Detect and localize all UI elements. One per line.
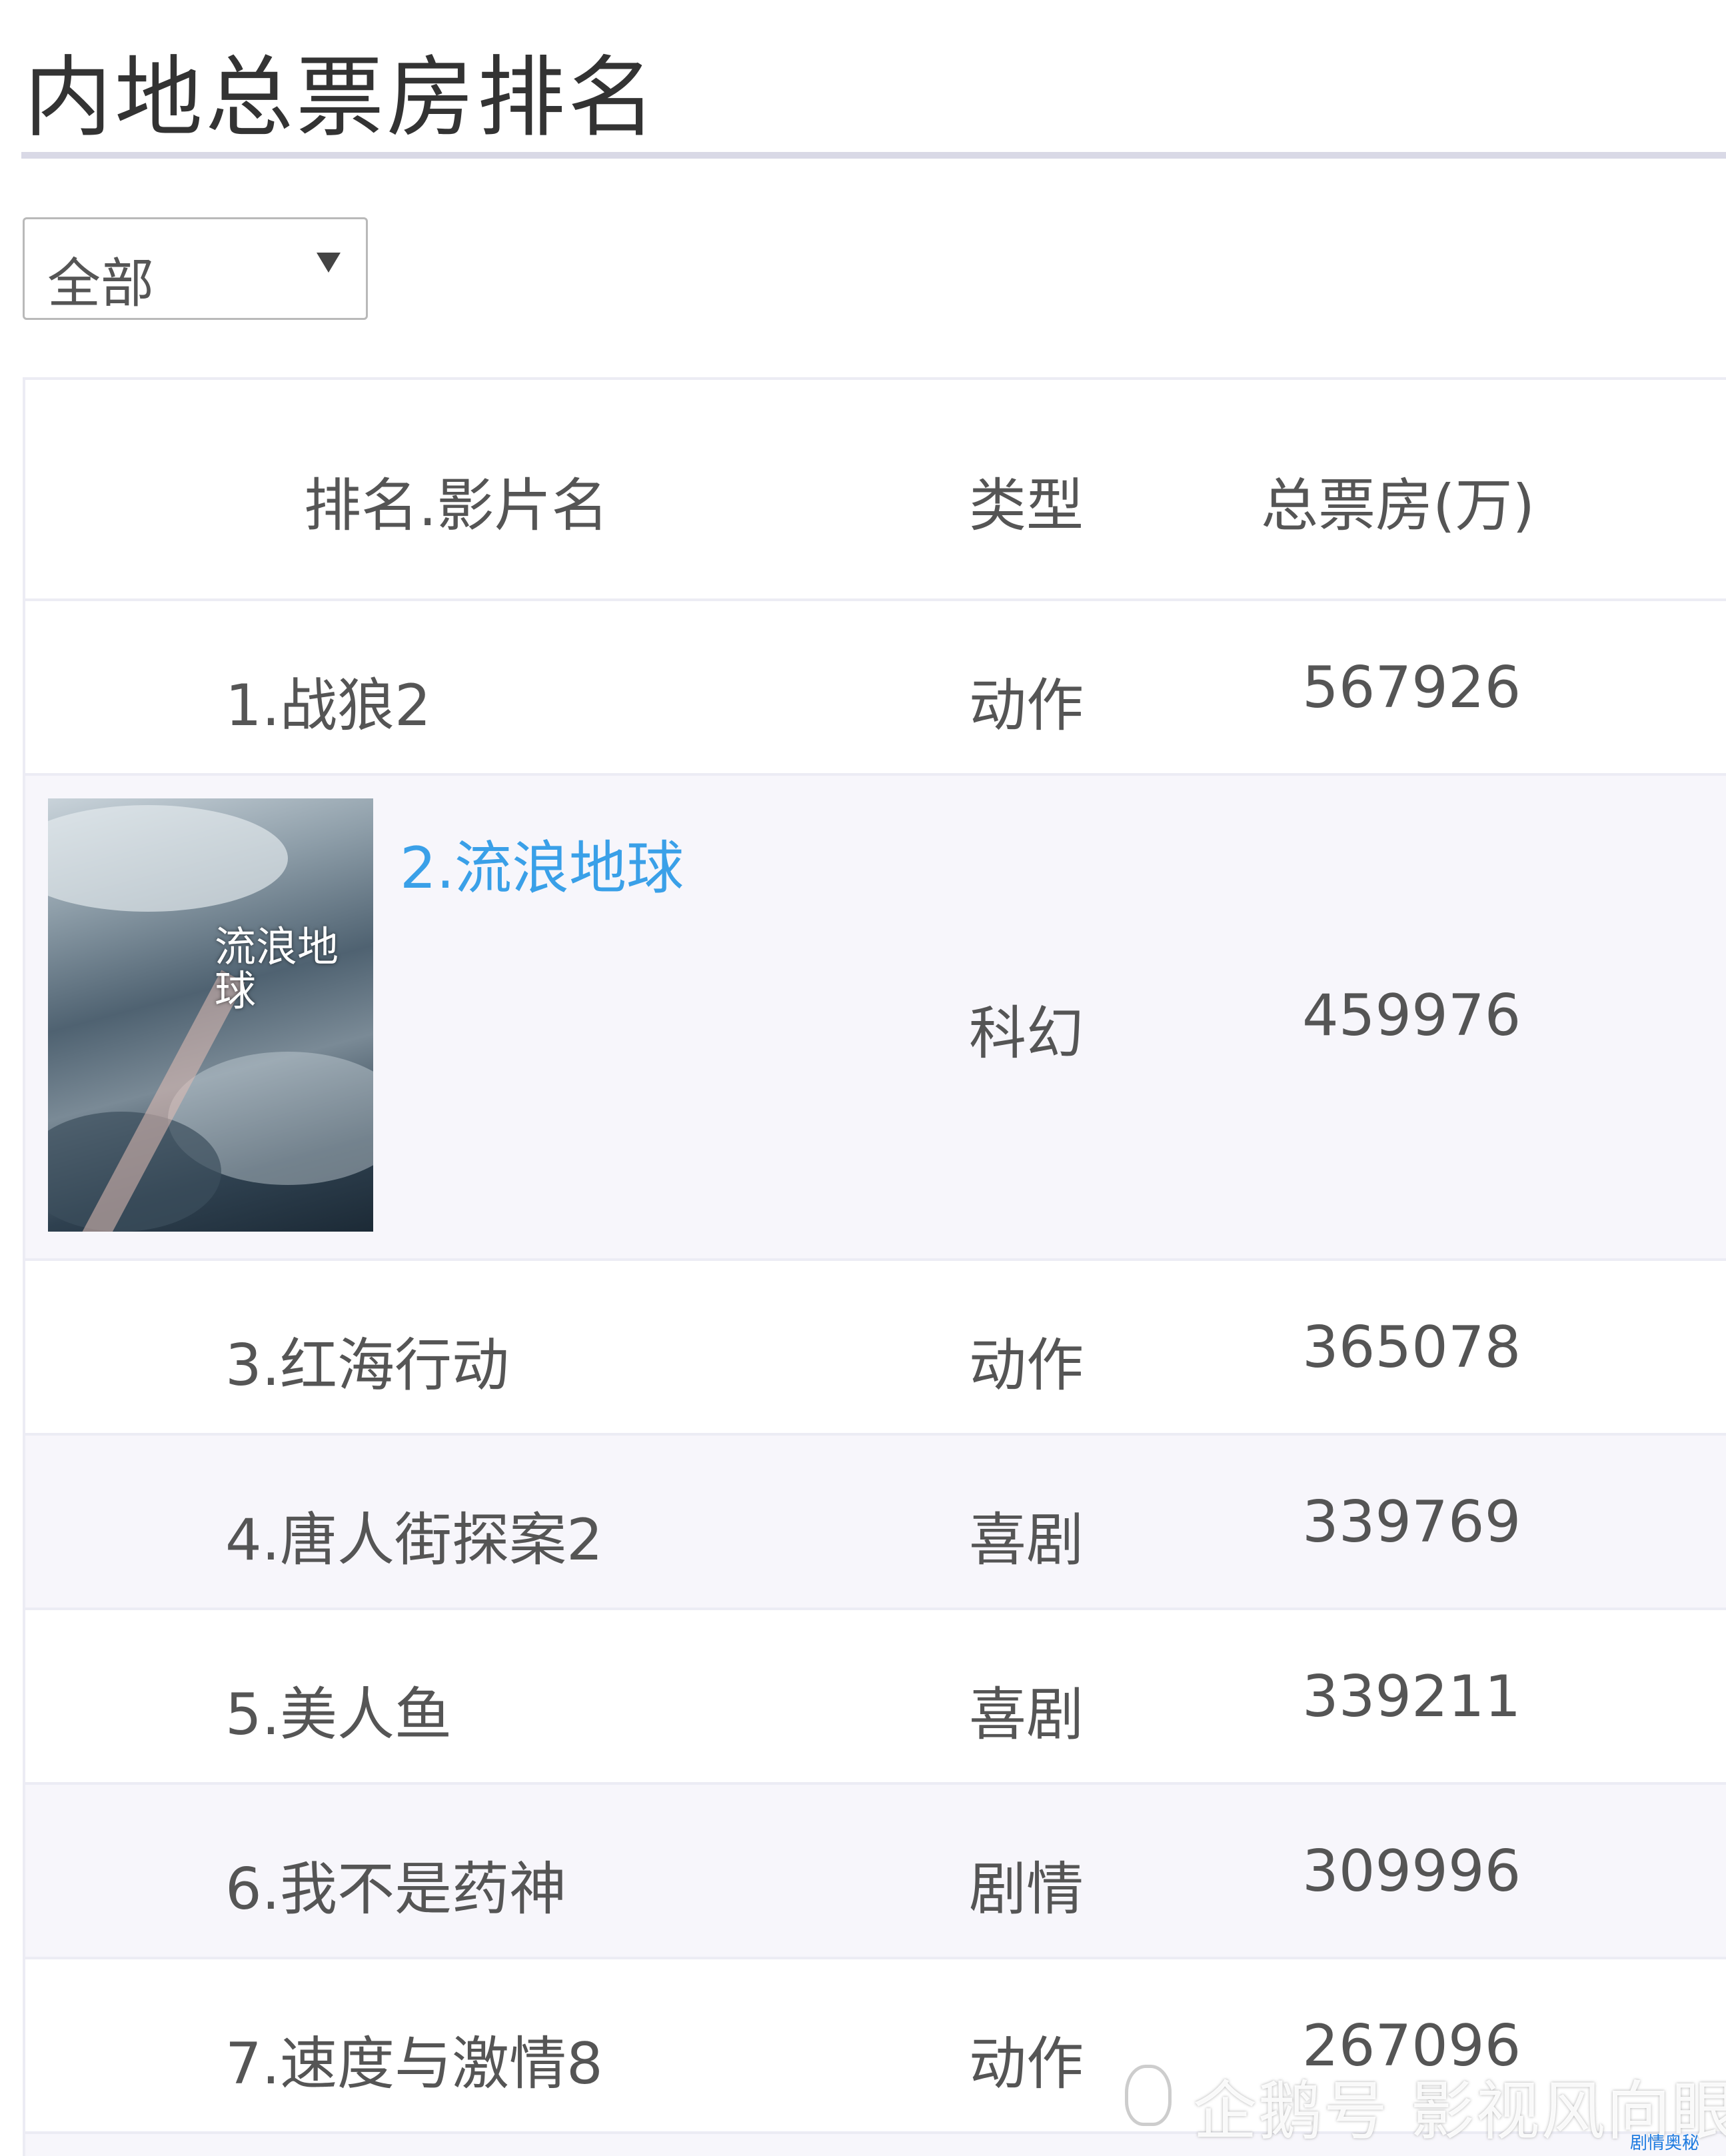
poster-title-art: 流浪地球 xyxy=(215,922,339,1015)
movie-name[interactable]: 7.速度与激情8 xyxy=(225,2017,603,2100)
ranking-table: 排名.影片名 类型 总票房(万) 1.战狼2 动作 567926 流浪地球 2.… xyxy=(23,377,1726,2156)
title-divider xyxy=(21,152,1726,159)
category-select-value: 全部 xyxy=(47,253,154,315)
header-name: 排名.影片名 xyxy=(304,473,609,539)
movie-poster[interactable]: 流浪地球 xyxy=(48,798,373,1232)
movie-genre: 喜剧 xyxy=(969,1681,1084,1748)
movie-name[interactable]: 4.唐人街探案2 xyxy=(225,1493,603,1576)
table-row[interactable]: 3.红海行动 动作 365078 xyxy=(25,1261,1726,1436)
movie-box-office: 339769 xyxy=(1302,1489,1521,1556)
movie-box-office: 365078 xyxy=(1302,1314,1521,1381)
header-box-office: 总票房(万) xyxy=(1261,473,1535,539)
page-title: 内地总票房排名 xyxy=(24,47,658,149)
poster-cloud xyxy=(48,805,288,912)
table-row[interactable]: 4.唐人街探案2 喜剧 339769 xyxy=(25,1436,1726,1610)
category-select[interactable]: 全部 xyxy=(23,217,368,320)
chevron-down-icon xyxy=(317,253,341,273)
movie-genre: 剧情 xyxy=(969,1856,1084,1923)
movie-box-office: 309996 xyxy=(1302,1838,1521,1905)
movie-genre: 动作 xyxy=(969,2031,1084,2097)
corner-badge: 剧情奥秘 xyxy=(1630,2133,1700,2153)
movie-name[interactable]: 3.红海行动 xyxy=(225,1318,509,1402)
movie-genre: 动作 xyxy=(969,672,1084,739)
movie-name[interactable]: 5.美人鱼 xyxy=(225,1667,452,1751)
table-row[interactable]: 5.美人鱼 喜剧 339211 xyxy=(25,1610,1726,1785)
movie-name[interactable]: 1.战狼2 xyxy=(225,658,431,742)
table-row[interactable]: 6.我不是药神 剧情 309996 xyxy=(25,1785,1726,1959)
movie-name-link[interactable]: 2.流浪地球 xyxy=(400,821,684,904)
movie-genre: 科幻 xyxy=(969,1000,1084,1067)
movie-name[interactable]: 6.我不是药神 xyxy=(225,1842,566,1925)
movie-box-office: 567926 xyxy=(1302,654,1521,721)
table-row[interactable]: 流浪地球 2.流浪地球 科幻 459976 xyxy=(25,776,1726,1261)
movie-genre: 动作 xyxy=(969,1332,1084,1399)
table-row[interactable]: 1.战狼2 动作 567926 xyxy=(25,601,1726,776)
header-genre: 类型 xyxy=(969,473,1084,539)
movie-box-office: 339211 xyxy=(1302,1663,1521,1730)
movie-genre: 喜剧 xyxy=(969,1507,1084,1574)
movie-box-office: 459976 xyxy=(1302,982,1521,1049)
penguin-icon xyxy=(1125,2065,1172,2126)
table-header: 排名.影片名 类型 总票房(万) xyxy=(25,380,1726,601)
